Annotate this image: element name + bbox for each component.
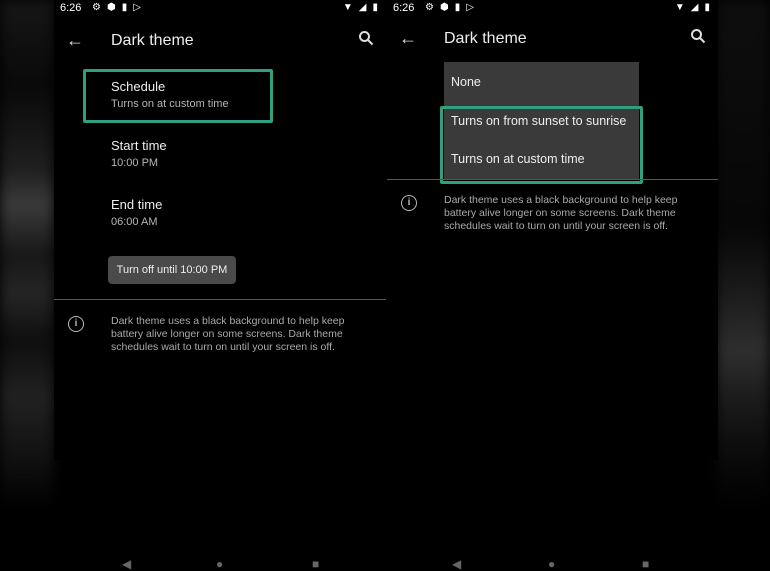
status-icons-right: ▼ ◢ ▮	[675, 2, 710, 13]
shield-icon: ⬢	[106, 2, 116, 13]
nav-back-icon: ◀	[452, 557, 462, 571]
search-icon[interactable]	[690, 28, 706, 48]
status-icons-left: ⚙ ⬢ ▮ ▷	[425, 2, 474, 13]
menu-highlight-box	[440, 106, 643, 184]
info-text: Dark theme uses a black background to he…	[444, 194, 678, 232]
menu-option-none[interactable]: None	[451, 75, 481, 89]
search-icon[interactable]	[358, 30, 374, 50]
schedule-highlight-box	[83, 69, 273, 123]
left-phone-screen: 6:26 ⚙ ⬢ ▮ ▷ ▼ ◢ ▮ ← Dark theme Schedule…	[54, 0, 386, 460]
battery-icon: ▮	[704, 2, 710, 13]
signal-icon: ◢	[358, 2, 367, 13]
nav-back-icon: ◀	[122, 557, 132, 571]
settings-gear-icon: ⚙	[92, 2, 101, 13]
nav-home-icon: ●	[548, 557, 556, 571]
turn-off-button[interactable]: Turn off until 10:00 PM	[108, 256, 236, 284]
back-arrow-icon[interactable]: ←	[66, 30, 84, 51]
sim-card-icon: ▮	[454, 2, 461, 13]
info-text: Dark theme uses a black background to he…	[111, 315, 345, 353]
app-bar: ← Dark theme	[387, 20, 718, 60]
nav-recents-icon: ■	[642, 557, 650, 571]
start-time-title: Start time	[111, 138, 167, 153]
page-title: Dark theme	[444, 30, 527, 47]
app-bar: ← Dark theme	[54, 22, 386, 62]
shield-icon: ⬢	[439, 2, 449, 13]
end-time-title: End time	[111, 197, 163, 212]
start-time-setting[interactable]: Start time 10:00 PM	[111, 138, 167, 169]
status-icons-right: ▼ ◢ ▮	[343, 2, 378, 13]
blurred-background-right	[716, 0, 770, 567]
info-icon: i	[68, 316, 84, 332]
right-phone-screen: 6:26 ⚙ ⬢ ▮ ▷ ▼ ◢ ▮ ← Dark theme None Tur…	[387, 0, 718, 460]
end-time-setting[interactable]: End time 06:00 AM	[111, 197, 162, 228]
status-bar: 6:26 ⚙ ⬢ ▮ ▷ ▼ ◢ ▮	[387, 0, 718, 18]
status-time: 6:26	[60, 2, 82, 14]
blurred-background-left	[0, 0, 54, 567]
nav-recents-icon: ■	[312, 557, 320, 571]
status-time: 6:26	[393, 2, 415, 14]
wifi-icon: ▼	[342, 2, 353, 13]
back-arrow-icon[interactable]: ←	[399, 28, 417, 49]
wifi-icon: ▼	[674, 2, 685, 13]
page-title: Dark theme	[111, 32, 194, 49]
status-icons-left: ⚙ ⬢ ▮ ▷	[92, 2, 141, 13]
play-store-icon: ▷	[466, 2, 474, 13]
nav-home-icon: ●	[216, 557, 224, 571]
battery-icon: ▮	[372, 2, 378, 13]
sim-card-icon: ▮	[121, 2, 128, 13]
divider	[387, 179, 718, 180]
end-time-value: 06:00 AM	[111, 216, 158, 228]
settings-gear-icon: ⚙	[425, 2, 434, 13]
play-store-icon: ▷	[133, 2, 141, 13]
signal-icon: ◢	[690, 2, 699, 13]
status-bar: 6:26 ⚙ ⬢ ▮ ▷ ▼ ◢ ▮	[54, 0, 386, 18]
info-icon: i	[401, 195, 417, 211]
divider	[54, 299, 386, 300]
start-time-value: 10:00 PM	[111, 157, 159, 169]
